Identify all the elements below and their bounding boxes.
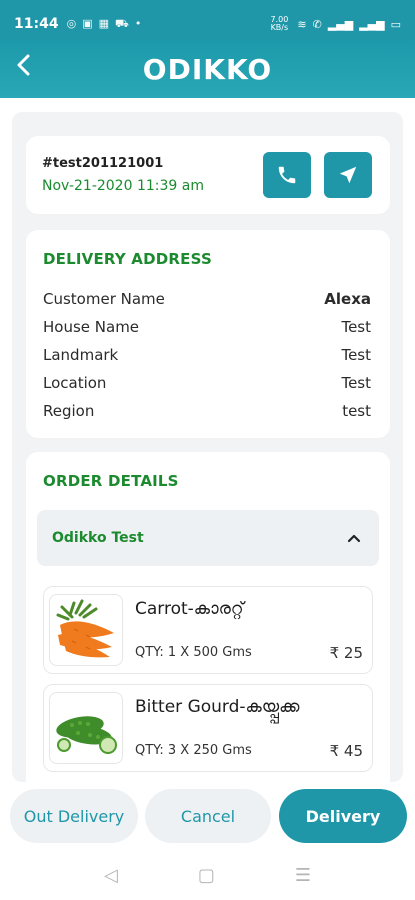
signal-icon: ▂▄▆ [327,17,354,31]
dot-icon: • [134,16,142,30]
call-button[interactable] [263,152,311,198]
data-speed-icon: 7.00 KB/s [270,15,289,32]
address-label: Region [43,402,95,420]
address-label: Location [43,374,107,392]
carrot-image [49,594,123,666]
address-value: Test [341,346,371,364]
order-details-title: ORDER DETAILS [43,472,179,490]
cart-icon: ⛟ [115,16,129,30]
order-date: Nov-21-2020 11:39 am [42,178,204,194]
status-left-icons: ◎ ▣ ▦ ⛟ • [67,17,142,32]
back-arrow-icon[interactable] [14,52,40,84]
order-content[interactable]: #test201121001 Nov-21-2020 11:39 am DELI… [12,112,403,782]
app-logo: ODIKKO [142,52,273,86]
battery-icon: ▭ [390,17,401,31]
order-id: #test201121001 [42,156,164,171]
app-header: ODIKKO [0,40,415,98]
store-accordion[interactable]: Odikko Test [37,510,379,566]
address-label: Landmark [43,346,119,364]
action-bar: Out Delivery Cancel Delivery [0,786,415,846]
signal-icon: ▂▄▆ [359,17,385,31]
nav-home-icon[interactable]: ▢ [198,865,215,886]
status-right-icons: 7.00 KB/s ≋ ✆ ▂▄▆ ▂▄▆ ▭ [267,16,401,32]
address-value: Test [341,318,371,336]
order-summary-card: #test201121001 Nov-21-2020 11:39 am [26,136,390,214]
whatsapp-icon: ◎ [66,16,77,30]
item-name: Bitter Gourd-കയ്പ്പക്ക [135,697,300,717]
messenger-icon: ▦ [98,16,109,30]
chevron-up-icon [347,534,361,543]
delivery-button[interactable]: Delivery [279,789,407,843]
item-price: ₹ 25 [329,644,363,662]
delivery-address-card: DELIVERY ADDRESS Customer Name Alexa Hou… [26,230,390,438]
item-quantity: QTY: 1 X 500 Gms [135,645,252,660]
address-label: House Name [43,318,140,336]
address-row: Region test [43,402,371,420]
address-row: Location Test [43,374,371,392]
cancel-button[interactable]: Cancel [145,789,271,843]
address-row: Customer Name Alexa [43,290,371,308]
address-value: Alexa [324,290,371,308]
navigate-button[interactable] [324,152,372,198]
volte-icon: ✆ [312,17,322,31]
out-delivery-button[interactable]: Out Delivery [10,789,138,843]
phone-icon [278,166,296,184]
bitter-gourd-image [49,692,123,764]
address-row: House Name Test [43,318,371,336]
order-item: Carrot-കാരറ്റ് QTY: 1 X 500 Gms ₹ 25 [43,586,373,674]
item-name: Carrot-കാരറ്റ് [135,599,244,619]
item-quantity: QTY: 3 X 250 Gms [135,743,252,758]
store-name: Odikko Test [52,530,144,546]
order-details-card: ORDER DETAILS Odikko Test Carrot-കാരറ്റ്… [26,452,390,782]
wifi-icon: ≋ [297,17,307,31]
address-value: Test [341,374,371,392]
address-row: Landmark Test [43,346,371,364]
address-label: Customer Name [43,290,165,308]
nav-back-icon[interactable]: ◁ [104,865,118,886]
delivery-address-title: DELIVERY ADDRESS [43,250,212,268]
system-nav-bar: ◁ ▢ ☰ [0,850,415,900]
address-value: test [342,402,371,420]
status-time: 11:44 [14,16,59,32]
navigation-arrow-icon [339,166,357,184]
item-price: ₹ 45 [329,742,363,760]
order-item: Bitter Gourd-കയ്പ്പക്ക QTY: 3 X 250 Gms … [43,684,373,772]
image-icon: ▣ [82,16,93,30]
nav-recents-icon[interactable]: ☰ [295,865,311,886]
